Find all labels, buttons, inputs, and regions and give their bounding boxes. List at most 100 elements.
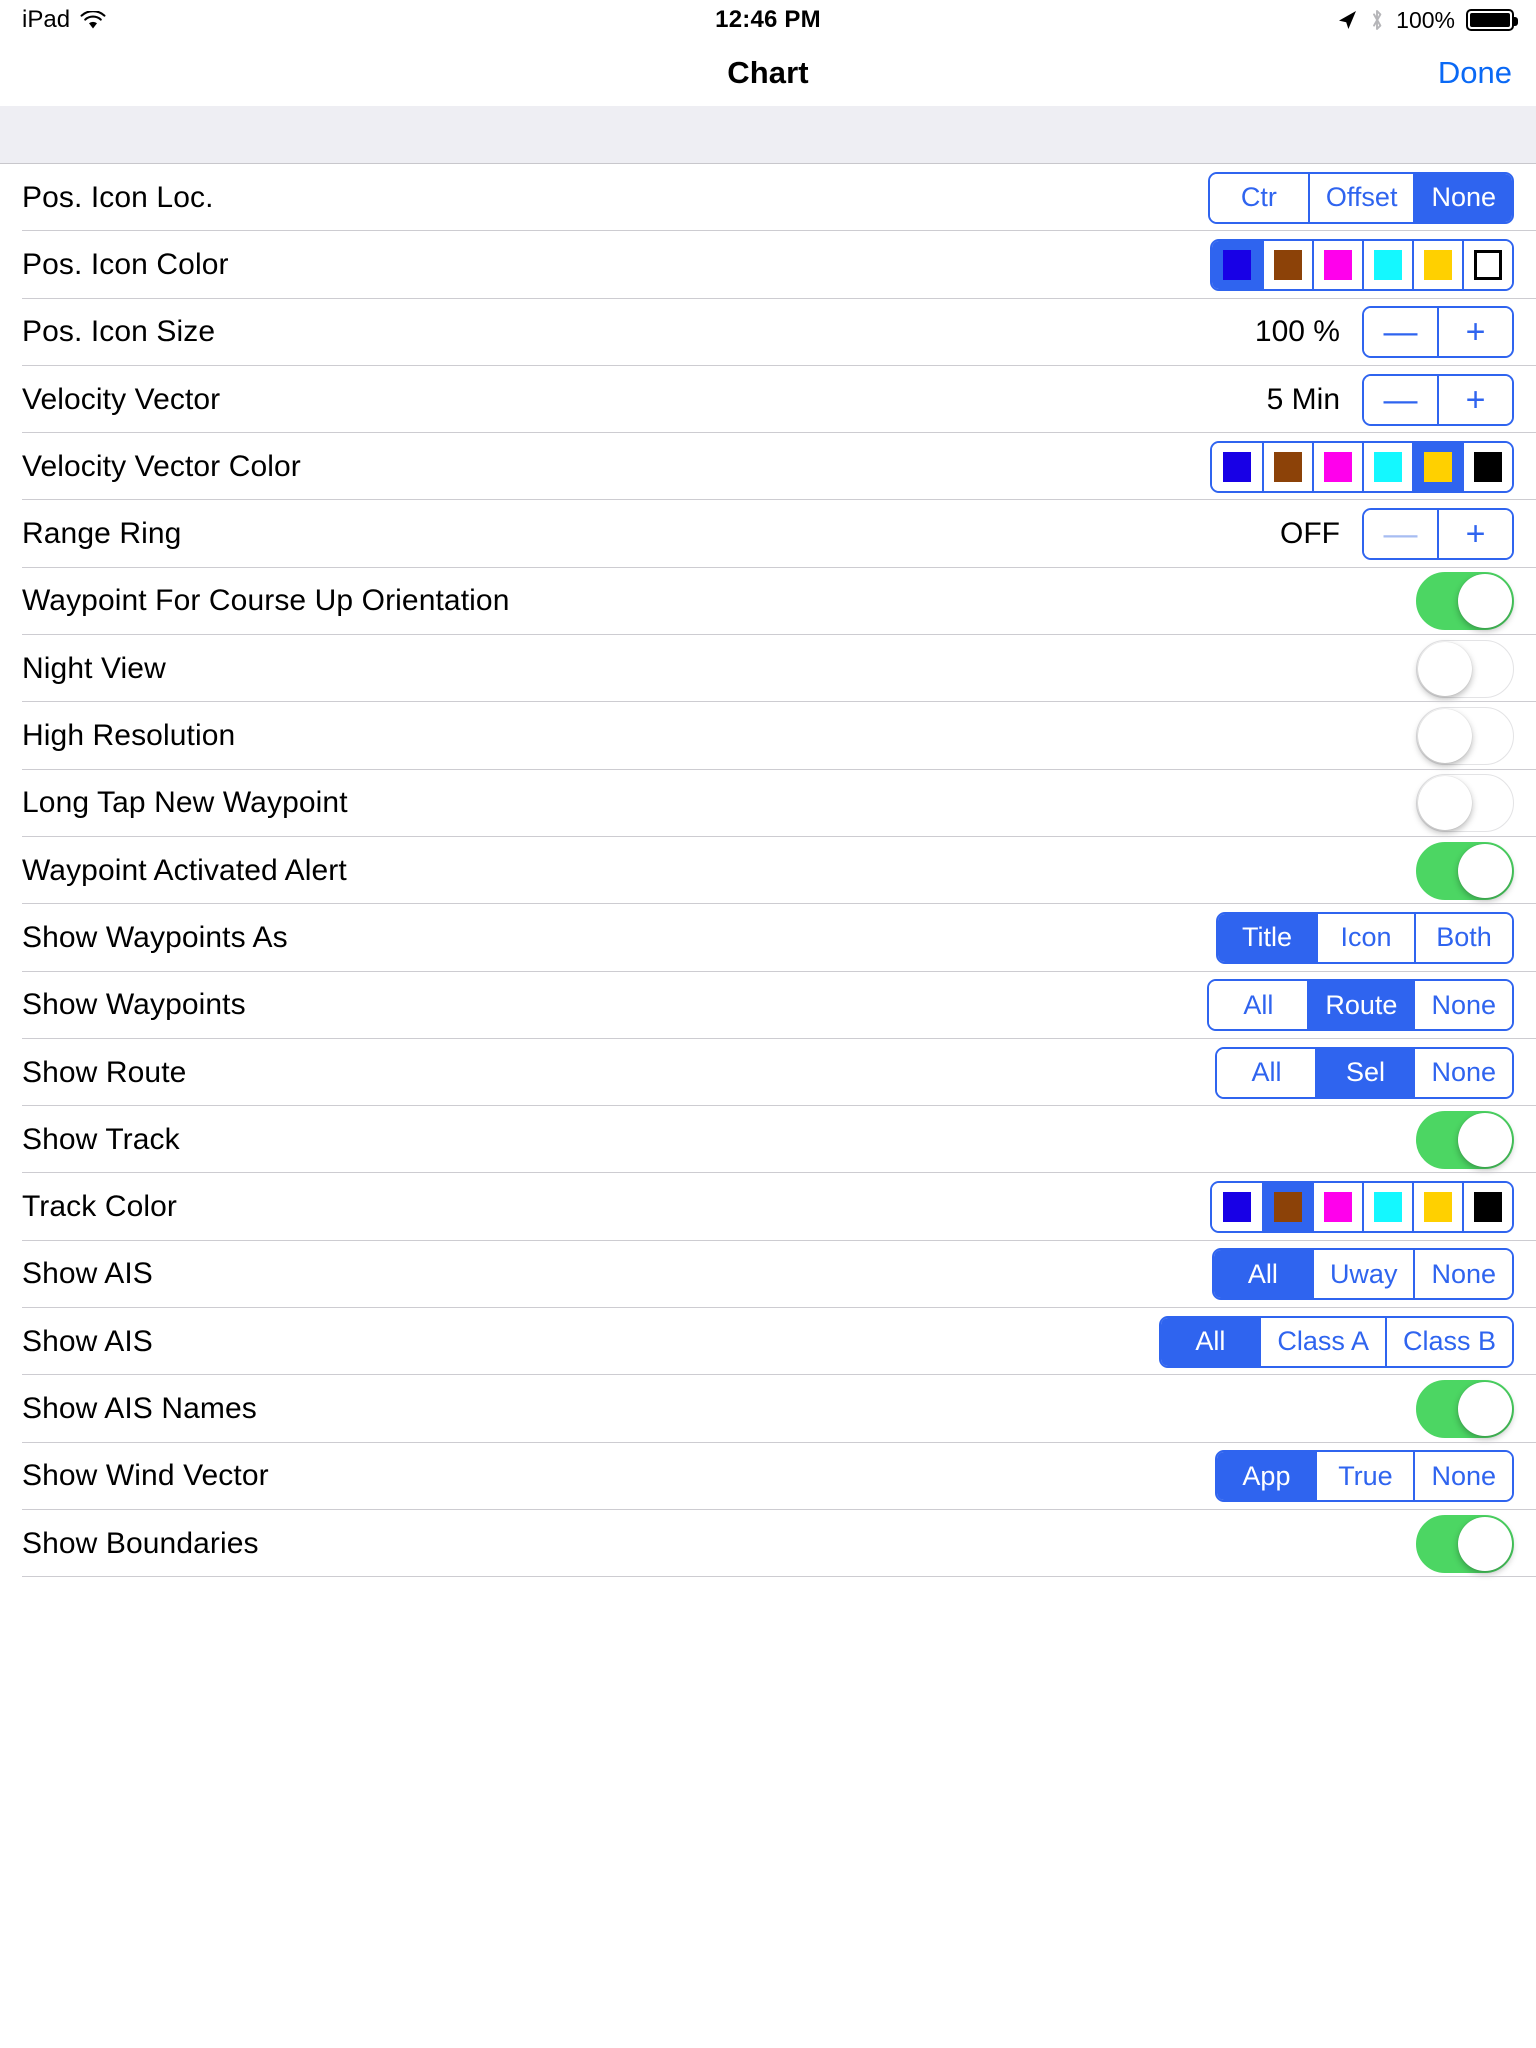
stepper-decrement-button[interactable]: —	[1364, 510, 1437, 559]
color-chip-yellow-icon	[1424, 451, 1452, 482]
color-swatch-control-pos-icon-color[interactable]	[1210, 238, 1514, 291]
segment-sel[interactable]: Sel	[1315, 1048, 1414, 1097]
segment-none[interactable]: None	[1413, 1250, 1512, 1299]
color-option-blue[interactable]	[1212, 1183, 1262, 1232]
row-label-show-waypoints: Show Waypoints	[22, 988, 246, 1022]
row-label-show-ais: Show AIS	[22, 1257, 153, 1291]
settings-row-show-ais: Show AIS All Class A Class B	[0, 1308, 1536, 1375]
color-option-brown[interactable]	[1262, 1183, 1312, 1232]
color-swatch-control-track-color[interactable]	[1210, 1181, 1514, 1234]
color-option-cyan[interactable]	[1362, 442, 1412, 491]
color-option-yellow[interactable]	[1412, 1183, 1462, 1232]
row-control-high-resolution	[1416, 707, 1514, 766]
row-label-velocity-vector-color: Velocity Vector Color	[22, 449, 301, 483]
segment-app[interactable]: App	[1217, 1452, 1316, 1501]
segment-all[interactable]: All	[1209, 981, 1308, 1030]
row-control-show-ais: All Class A Class B	[1159, 1315, 1514, 1368]
color-option-magenta[interactable]	[1312, 240, 1362, 289]
color-option-blue[interactable]	[1212, 240, 1262, 289]
page-title: Chart	[727, 55, 809, 90]
row-label-show-wind-vector: Show Wind Vector	[22, 1459, 269, 1493]
segmented-control-show-waypoints-as[interactable]: Title Icon Both	[1216, 911, 1514, 964]
toggle-switch-long-tap-new-waypoint[interactable]	[1416, 774, 1514, 833]
row-control-pos-icon-loc: Ctr Offset None	[1207, 171, 1514, 224]
toggle-switch-high-resolution[interactable]	[1416, 707, 1514, 766]
row-control-show-ais: All Uway None	[1211, 1248, 1514, 1301]
segment-uway[interactable]: Uway	[1311, 1250, 1414, 1299]
segment-class-a[interactable]: Class A	[1259, 1317, 1385, 1366]
stepper-decrement-button[interactable]: —	[1364, 375, 1437, 424]
stepper-pos-icon-size[interactable]: — +	[1362, 306, 1514, 359]
segment-class-b[interactable]: Class B	[1384, 1317, 1512, 1366]
row-label-pos-icon-loc: Pos. Icon Loc.	[22, 180, 214, 214]
color-option-cyan[interactable]	[1362, 240, 1412, 289]
color-chip-blue-icon	[1223, 451, 1251, 482]
segment-none[interactable]: None	[1413, 1048, 1512, 1097]
toggle-switch-night-view[interactable]	[1416, 639, 1514, 698]
segmented-control-show-waypoints[interactable]: All Route None	[1207, 979, 1514, 1032]
row-label-show-boundaries: Show Boundaries	[22, 1526, 259, 1560]
segment-all[interactable]: All	[1161, 1317, 1260, 1366]
segment-title[interactable]: Title	[1218, 913, 1316, 962]
settings-row-waypoint-activated-alert: Waypoint Activated Alert	[0, 837, 1536, 904]
row-label-pos-icon-size: Pos. Icon Size	[22, 315, 216, 349]
segmented-control-pos-icon-loc[interactable]: Ctr Offset None	[1207, 171, 1514, 224]
color-option-brown[interactable]	[1262, 240, 1312, 289]
color-option-yellow[interactable]	[1412, 442, 1462, 491]
stepper-increment-button[interactable]: +	[1437, 308, 1512, 357]
settings-row-pos-icon-loc: Pos. Icon Loc. Ctr Offset None	[0, 164, 1536, 231]
segment-offset[interactable]: Offset	[1307, 173, 1414, 222]
segmented-control-show-ais[interactable]: All Uway None	[1211, 1248, 1514, 1301]
color-chip-white-icon	[1474, 249, 1502, 280]
toggle-switch-waypoint-activated-alert[interactable]	[1416, 841, 1514, 900]
segment-true[interactable]: True	[1315, 1452, 1414, 1501]
navigation-bar: Chart Done	[0, 40, 1536, 106]
color-option-magenta[interactable]	[1312, 442, 1362, 491]
row-control-show-wind-vector: App True None	[1215, 1450, 1514, 1503]
toggle-switch-waypoint-for-course-up-orientation[interactable]	[1416, 572, 1514, 631]
segment-both[interactable]: Both	[1414, 913, 1512, 962]
segment-ctr[interactable]: Ctr	[1209, 173, 1308, 222]
toggle-switch-show-track[interactable]	[1416, 1110, 1514, 1169]
color-option-black[interactable]	[1462, 1183, 1512, 1232]
settings-row-range-ring: Range Ring OFF — +	[0, 500, 1536, 567]
segment-route[interactable]: Route	[1307, 981, 1414, 1030]
color-option-brown[interactable]	[1262, 442, 1312, 491]
color-swatch-control-velocity-vector-color[interactable]	[1210, 440, 1514, 493]
row-label-waypoint-activated-alert: Waypoint Activated Alert	[22, 853, 347, 887]
row-label-night-view: Night View	[22, 651, 166, 685]
toggle-knob	[1458, 574, 1512, 629]
stepper-decrement-button[interactable]: —	[1364, 308, 1437, 357]
segment-all[interactable]: All	[1217, 1048, 1316, 1097]
stepper-increment-button[interactable]: +	[1437, 375, 1512, 424]
settings-row-waypoint-for-course-up-orientation: Waypoint For Course Up Orientation	[0, 568, 1536, 635]
toggle-knob	[1458, 1112, 1512, 1167]
row-label-track-color: Track Color	[22, 1190, 178, 1224]
color-option-black[interactable]	[1462, 442, 1512, 491]
segmented-control-show-ais[interactable]: All Class A Class B	[1159, 1315, 1514, 1368]
color-option-magenta[interactable]	[1312, 1183, 1362, 1232]
row-control-pos-icon-color	[1210, 238, 1514, 291]
segmented-control-show-wind-vector[interactable]: App True None	[1215, 1450, 1514, 1503]
color-option-white[interactable]	[1462, 240, 1512, 289]
color-chip-cyan-icon	[1374, 1192, 1402, 1223]
toggle-switch-show-boundaries[interactable]	[1416, 1514, 1514, 1573]
segment-none[interactable]: None	[1413, 1452, 1512, 1501]
settings-row-show-ais: Show AIS All Uway None	[0, 1241, 1536, 1308]
color-option-cyan[interactable]	[1362, 1183, 1412, 1232]
segment-all[interactable]: All	[1213, 1250, 1312, 1299]
segment-none[interactable]: None	[1413, 173, 1512, 222]
segmented-control-show-route[interactable]: All Sel None	[1215, 1046, 1514, 1099]
color-chip-magenta-icon	[1324, 249, 1352, 280]
segment-icon[interactable]: Icon	[1316, 913, 1414, 962]
color-chip-brown-icon	[1274, 249, 1302, 280]
stepper-range-ring[interactable]: — +	[1362, 508, 1514, 561]
toggle-switch-show-ais-names[interactable]	[1416, 1379, 1514, 1438]
color-chip-blue-icon	[1223, 249, 1251, 280]
stepper-velocity-vector[interactable]: — +	[1362, 373, 1514, 426]
color-option-yellow[interactable]	[1412, 240, 1462, 289]
color-option-blue[interactable]	[1212, 442, 1262, 491]
status-bar: iPad 12:46 PM 100%	[0, 0, 1536, 40]
segment-none[interactable]: None	[1413, 981, 1512, 1030]
stepper-increment-button[interactable]: +	[1437, 510, 1512, 559]
